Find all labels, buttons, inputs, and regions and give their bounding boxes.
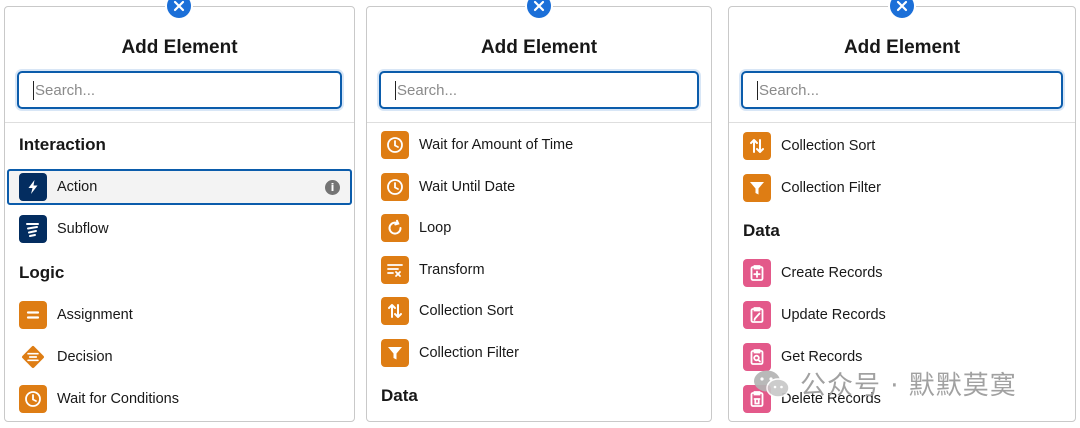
element-wait-until-date[interactable]: Wait Until Date [369, 169, 709, 205]
element-label: Wait Until Date [419, 179, 516, 195]
section-data: Data [743, 221, 780, 240]
panel-title: Add Element [480, 37, 598, 58]
filter-icon [381, 339, 409, 367]
search-input[interactable] [395, 80, 697, 100]
search-input[interactable] [33, 80, 340, 100]
divider [367, 122, 711, 123]
sort-icon [743, 132, 771, 160]
element-label: Collection Filter [419, 345, 519, 361]
loop-icon [381, 214, 409, 242]
element-wait-for-conditions[interactable]: Wait for Conditions [7, 381, 352, 417]
element-decision[interactable]: Decision [7, 339, 352, 375]
element-label: Collection Filter [781, 180, 881, 196]
element-label: Subflow [57, 221, 109, 237]
search-field[interactable] [17, 71, 342, 109]
clock-icon [381, 173, 409, 201]
create-records-icon [743, 259, 771, 287]
equals-icon [19, 301, 47, 329]
clock-icon [381, 131, 409, 159]
close-icon [896, 0, 908, 12]
sort-icon [381, 297, 409, 325]
element-label: Decision [57, 349, 113, 365]
close-icon [173, 0, 185, 12]
add-element-panel-1: Add Element Interaction Action i Subflow… [4, 6, 355, 422]
subflow-icon [19, 215, 47, 243]
element-assignment[interactable]: Assignment [7, 297, 352, 333]
update-records-icon [743, 301, 771, 329]
element-label: Get Records [781, 349, 863, 365]
element-collection-filter[interactable]: Collection Filter [731, 170, 1073, 206]
divider [729, 122, 1075, 123]
element-collection-filter[interactable]: Collection Filter [369, 335, 709, 371]
watermark-text: 公众号 · 默默莫寞 [800, 371, 1017, 401]
decision-icon [19, 343, 47, 371]
close-icon [533, 0, 545, 12]
element-label: Wait for Conditions [57, 391, 179, 407]
element-label: Collection Sort [781, 138, 876, 154]
element-update-records[interactable]: Update Records [731, 297, 1073, 333]
lightning-icon [19, 173, 47, 201]
element-collection-sort[interactable]: Collection Sort [731, 128, 1073, 164]
transform-icon [381, 256, 409, 284]
section-logic: Logic [19, 263, 65, 282]
section-data: Data [381, 386, 418, 405]
filter-icon [743, 174, 771, 202]
add-element-panel-2: Add Element Wait for Amount of Time Wait… [366, 6, 712, 422]
search-input[interactable] [757, 80, 1061, 100]
element-loop[interactable]: Loop [369, 210, 709, 246]
info-icon[interactable]: i [325, 180, 340, 195]
element-subflow[interactable]: Subflow [7, 211, 352, 247]
watermark: 公众号 · 默默莫寞 [752, 365, 1017, 402]
element-label: Wait for Amount of Time [419, 137, 574, 153]
element-label: Update Records [781, 307, 886, 323]
section-interaction: Interaction [19, 135, 106, 154]
search-field[interactable] [379, 71, 699, 109]
clock-icon [19, 385, 47, 413]
element-collection-sort[interactable]: Collection Sort [369, 293, 709, 329]
search-field[interactable] [741, 71, 1063, 109]
element-transform[interactable]: Transform [369, 252, 709, 288]
add-element-panel-3: Add Element Collection Sort Collection F… [728, 6, 1076, 422]
element-label: Action [57, 179, 98, 195]
element-create-records[interactable]: Create Records [731, 255, 1073, 291]
element-label: Assignment [57, 307, 133, 323]
panel-title: Add Element [843, 37, 961, 58]
element-wait-for-amount-of-time[interactable]: Wait for Amount of Time [369, 127, 709, 163]
element-label: Collection Sort [419, 303, 514, 319]
element-label: Create Records [781, 265, 883, 281]
panel-title: Add Element [121, 37, 238, 58]
wechat-icon [754, 370, 790, 398]
element-label: Loop [419, 220, 452, 236]
element-label: Transform [419, 262, 485, 278]
divider [5, 122, 354, 123]
element-action[interactable]: Action i [7, 169, 352, 205]
